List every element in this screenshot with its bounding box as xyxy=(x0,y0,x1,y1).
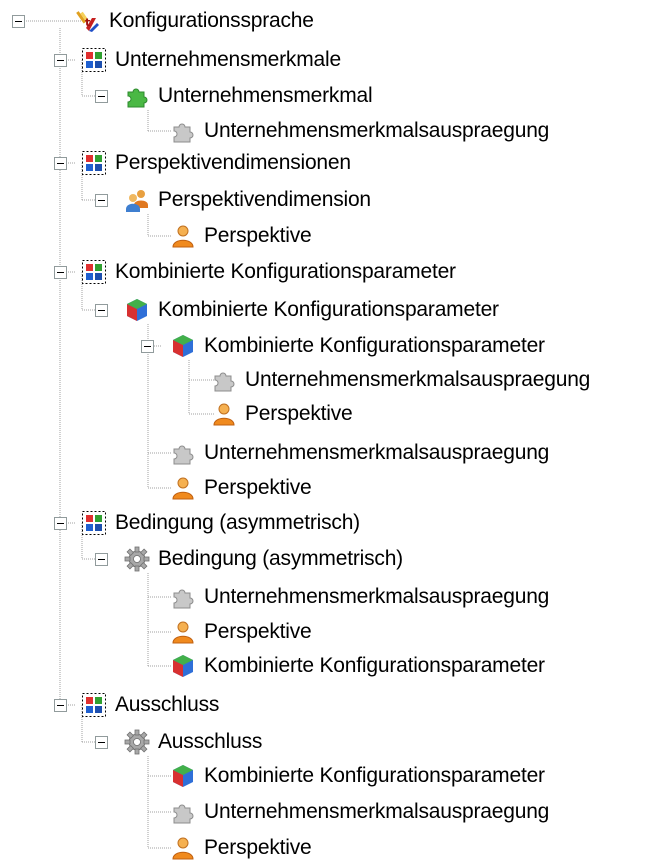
cube-icon xyxy=(173,655,193,677)
tree-node-bedingung[interactable]: Bedingung (asymmetrisch) xyxy=(95,541,403,577)
folder-icon xyxy=(82,693,106,717)
gear-icon xyxy=(124,546,150,572)
collapse-toggle[interactable] xyxy=(54,156,67,170)
users-icon xyxy=(126,190,148,212)
tree-node-label: Unternehmensmerkmalsauspraegung xyxy=(204,800,550,823)
tree-node-label: Ausschluss xyxy=(158,730,263,753)
folder-icon xyxy=(82,511,106,535)
tree-node-kombinierte-konfigurationsparameter-nested[interactable]: Kombinierte Konfigurationsparameter xyxy=(141,328,545,364)
user-icon xyxy=(172,477,194,500)
tree-node-perspektive[interactable]: Perspektive xyxy=(182,396,353,432)
cube-icon xyxy=(127,299,147,321)
collapse-toggle[interactable] xyxy=(95,89,108,103)
tree-node-label: Perspektivendimension xyxy=(158,188,371,211)
tree-node-label: Bedingung (asymmetrisch) xyxy=(158,547,403,570)
tree-node-label: Perspektive xyxy=(204,476,312,499)
collapse-toggle[interactable] xyxy=(95,193,108,207)
tree-node-label: Kombinierte Konfigurationsparameter xyxy=(204,654,545,677)
collapse-toggle[interactable] xyxy=(95,552,108,566)
tree-node-label: Unternehmensmerkmale xyxy=(115,48,341,71)
puzzle-gray-icon xyxy=(214,372,235,392)
tree-node-label: Kombinierte Konfigurationsparameter xyxy=(204,764,545,787)
tree-node-unternehmensmerkmalsauspraegung[interactable]: Unternehmensmerkmalsauspraegung xyxy=(141,794,549,830)
tree-node-label: Unternehmensmerkmalsauspraegung xyxy=(245,368,591,391)
tree-node-root[interactable]: t Konfigurationssprache xyxy=(12,3,314,39)
tree-node-label: Kombinierte Konfigurationsparameter xyxy=(204,334,545,357)
tree-node-bedingung-group[interactable]: Bedingung (asymmetrisch) xyxy=(54,505,360,541)
tree-node-label: Kombinierte Konfigurationsparameter xyxy=(158,298,499,321)
tree-node-ausschluss[interactable]: Ausschluss xyxy=(95,724,262,760)
collapse-toggle[interactable] xyxy=(141,339,154,353)
tree-node-unternehmensmerkmalsauspraegung[interactable]: Unternehmensmerkmalsauspraegung xyxy=(141,435,549,471)
collapse-toggle[interactable] xyxy=(95,735,108,749)
tree-node-perspektive[interactable]: Perspektive xyxy=(141,470,312,506)
collapse-toggle[interactable] xyxy=(95,303,108,317)
cube-icon xyxy=(173,765,193,787)
tree-node-label: Perspektivendimensionen xyxy=(115,151,351,174)
tree-node-label: Ausschluss xyxy=(115,693,220,716)
tree-node-label: Unternehmensmerkmalsauspraegung xyxy=(204,119,550,142)
tree-node-unternehmensmerkmalsauspraegung[interactable]: Unternehmensmerkmalsauspraegung xyxy=(141,579,549,615)
puzzle-gray-icon xyxy=(173,123,194,143)
tree-node-label: Unternehmensmerkmalsauspraegung xyxy=(204,585,550,608)
tree-node-unternehmensmerkmal[interactable]: Unternehmensmerkmal xyxy=(95,78,373,114)
tree-node-perspektive[interactable]: Perspektive xyxy=(141,614,312,650)
user-icon xyxy=(172,225,194,248)
tree-node-label: Perspektive xyxy=(245,402,353,425)
puzzle-gray-icon xyxy=(173,445,194,465)
user-icon xyxy=(172,837,194,860)
tree-node-kombinierte-konfigurationsparameter[interactable]: Kombinierte Konfigurationsparameter xyxy=(95,292,499,328)
puzzle-gray-icon xyxy=(173,804,194,824)
user-icon xyxy=(213,403,235,426)
svg-text:t: t xyxy=(85,16,90,29)
collapse-toggle[interactable] xyxy=(12,14,25,28)
tree-node-perspektive[interactable]: Perspektive xyxy=(141,218,312,254)
collapse-toggle[interactable] xyxy=(54,698,67,712)
folder-icon xyxy=(82,48,106,72)
tree-node-unternehmensmerkmalsauspraegung[interactable]: Unternehmensmerkmalsauspraegung xyxy=(182,362,590,398)
tree-node-ausschluss-group[interactable]: Ausschluss xyxy=(54,687,219,723)
tree-node-label: Konfigurationssprache xyxy=(109,9,314,32)
tree-node-unternehmensmerkmale[interactable]: Unternehmensmerkmale xyxy=(54,42,341,78)
tree-node-label: Perspektive xyxy=(204,620,312,643)
cube-icon xyxy=(173,335,193,357)
tree-node-label: Perspektive xyxy=(204,224,312,247)
tree-node-unternehmensmerkmalsauspraegung[interactable]: Unternehmensmerkmalsauspraegung xyxy=(141,113,549,149)
folder-icon xyxy=(82,260,106,284)
tree-node-label: Perspektive xyxy=(204,836,312,859)
collapse-toggle[interactable] xyxy=(54,53,67,67)
tree-node-kombinierte-konfigurationsparameter[interactable]: Kombinierte Konfigurationsparameter xyxy=(141,648,545,684)
tree-node-kombinierte-konfigurationsparameter[interactable]: Kombinierte Konfigurationsparameter xyxy=(141,758,545,794)
configuration-tree: t Konfigurationssprache Unternehmensmerk… xyxy=(0,0,654,861)
puzzle-green-icon xyxy=(127,88,148,108)
tree-node-perspektivendimensionen[interactable]: Perspektivendimensionen xyxy=(54,145,351,181)
tree-node-label: Kombinierte Konfigurationsparameter xyxy=(115,260,456,283)
tree-node-label: Unternehmensmerkmalsauspraegung xyxy=(204,441,550,464)
tree-node-kombinierte-konfigurationsparameter-group[interactable]: Kombinierte Konfigurationsparameter xyxy=(54,254,456,290)
collapse-toggle[interactable] xyxy=(54,265,67,279)
tree-node-label: Bedingung (asymmetrisch) xyxy=(115,511,360,534)
tree-node-perspektivendimension[interactable]: Perspektivendimension xyxy=(95,182,371,218)
gear-icon xyxy=(124,729,150,755)
folder-icon xyxy=(82,151,106,175)
collapse-toggle[interactable] xyxy=(54,516,67,530)
language-icon: t xyxy=(76,11,99,32)
puzzle-gray-icon xyxy=(173,589,194,609)
user-icon xyxy=(172,621,194,644)
tree-node-label: Unternehmensmerkmal xyxy=(158,84,373,107)
